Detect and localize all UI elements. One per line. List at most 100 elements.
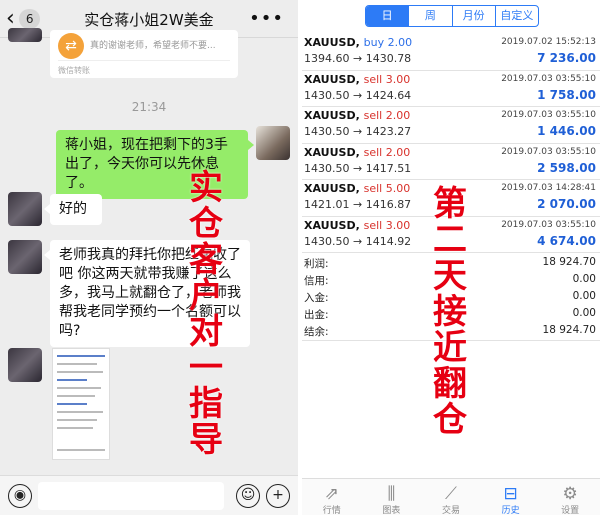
deal-prices: 1430.50 → 1414.92 [304, 234, 412, 248]
deal-prices: 1421.01 → 1416.87 [304, 198, 412, 211]
transfer-desc: 真的谢谢老师，希望老师不要... [90, 41, 216, 51]
plus-icon[interactable]: + [266, 484, 290, 508]
deal-date: 2019.07.03 03:55:10 [501, 73, 596, 84]
transfer-icon: ⇄ [58, 33, 84, 59]
tab-history[interactable]: ⊟ 历史 [481, 479, 541, 515]
deal-date: 2019.07.03 03:55:10 [501, 219, 596, 230]
summary-value: 18 924.70 [542, 256, 596, 268]
deal-side: sell 3.00 [363, 72, 411, 86]
tab-quotes[interactable]: ⇗ 行情 [302, 479, 362, 515]
deal-symbol: XAUUSD, sell 5.00 [304, 182, 410, 195]
deal-prices: 1430.50 → 1423.27 [304, 125, 412, 138]
summary-label: 入金: [304, 292, 329, 304]
voice-icon[interactable]: ◉ [8, 484, 32, 508]
deal-symbol: XAUUSD, buy 2.00 [304, 36, 412, 49]
settings-icon: ⚙ [562, 484, 578, 504]
transfer-source: 微信转账 [58, 66, 90, 75]
overlay-char: 实 [189, 168, 223, 208]
deal-side: sell 2.00 [363, 145, 411, 159]
symbol-name: XAUUSD, [304, 182, 360, 195]
chat-panel: ‹ 6 实仓蒋小姐2W美金 ••• ⇄ 真的谢谢老师，希望老师不要... 微信转… [0, 0, 298, 515]
deal-profit: 1 446.00 [537, 124, 596, 138]
card-divider [58, 60, 230, 61]
overlay-char: 翻 [433, 364, 467, 404]
tab-label: 图表 [382, 506, 401, 515]
deal-side: sell 3.00 [363, 218, 411, 232]
overlay-char: 导 [189, 420, 223, 460]
overlay-char: 对 [189, 312, 223, 352]
segment-week[interactable]: 周 [408, 6, 451, 26]
chart-icon: ⫼ [387, 484, 396, 504]
deal-profit: 2 598.00 [537, 160, 596, 175]
overlay-char: 仓 [189, 204, 223, 244]
symbol-name: XAUUSD, [304, 72, 360, 86]
tab-trade[interactable]: ⟋ 交易 [421, 479, 481, 515]
deal-profit: 7 236.00 [537, 51, 596, 65]
symbol-name: XAUUSD, [304, 109, 360, 122]
symbol-name: XAUUSD, [304, 36, 360, 49]
summary-value: 0.00 [572, 290, 596, 302]
avatar[interactable] [8, 28, 42, 42]
overlay-char: 客 [189, 240, 223, 280]
avatar[interactable] [8, 192, 42, 226]
tab-label: 历史 [501, 506, 520, 515]
deal-prices: 1430.50 → 1417.51 [304, 161, 412, 175]
tab-label: 交易 [441, 506, 460, 515]
tab-label: 设置 [561, 506, 580, 515]
transfer-card[interactable]: ⇄ 真的谢谢老师，希望老师不要... 微信转账 [50, 30, 238, 78]
overlay-char: 近 [433, 328, 467, 368]
quotes-icon: ⇗ [324, 484, 339, 504]
deal-prices: 1394.60 → 1430.78 [304, 52, 412, 65]
deal-side: buy 2.00 [363, 36, 413, 49]
history-icon: ⊟ [503, 484, 518, 504]
message-time: 21:34 [131, 100, 167, 114]
deal-date: 2019.07.02 15:52:13 [501, 37, 596, 47]
avatar[interactable] [8, 240, 42, 274]
avatar[interactable] [8, 348, 42, 382]
deal-date: 2019.07.03 03:55:10 [501, 110, 596, 120]
deal-side: sell 5.00 [363, 182, 411, 195]
tab-settings[interactable]: ⚙ 设置 [540, 479, 600, 515]
summary-value: 0.00 [572, 307, 596, 319]
tab-chart[interactable]: ⫼ 图表 [362, 479, 422, 515]
summary-label: 信用: [304, 275, 329, 287]
deal-symbol: XAUUSD, sell 2.00 [304, 146, 410, 159]
deal-row[interactable]: XAUUSD, sell 2.00 2019.07.03 03:55:10 1430… [302, 107, 600, 144]
segment-custom[interactable]: 自定义 [494, 6, 538, 26]
period-segmented-control: 日 周 月份 自定义 [365, 5, 539, 27]
symbol-name: XAUUSD, [304, 218, 360, 232]
overlay-char: 第 [433, 184, 467, 224]
more-icon[interactable]: ••• [249, 8, 284, 29]
deal-profit: 4 674.00 [537, 233, 596, 248]
deal-side: sell 2.00 [363, 109, 411, 122]
deal-row[interactable]: XAUUSD, buy 2.00 2019.07.02 15:52:13 1394.… [302, 34, 600, 71]
deal-symbol: XAUUSD, sell 3.00 [304, 73, 410, 86]
segment-month[interactable]: 月份 [451, 6, 495, 26]
overlay-char: 一 [189, 348, 223, 388]
summary-label: 结余: [304, 326, 329, 338]
trade-icon: ⟋ [445, 484, 457, 504]
deal-date: 2019.07.03 03:55:10 [501, 146, 596, 157]
message-bubble[interactable]: 好的 [44, 194, 102, 225]
overlay-char: 接 [433, 292, 467, 332]
deal-profit: 2 070.00 [537, 197, 596, 211]
deal-date: 2019.07.03 14:28:41 [501, 183, 596, 193]
segment-day[interactable]: 日 [366, 6, 409, 26]
emoji-icon[interactable]: ☺ [236, 484, 260, 508]
deal-symbol: XAUUSD, sell 3.00 [304, 219, 410, 232]
message-input[interactable] [38, 482, 224, 510]
trade-history-panel: 日 周 月份 自定义 XAUUSD, buy 2.00 2019.07.02 15… [302, 0, 600, 515]
deal-symbol: XAUUSD, sell 2.00 [304, 109, 410, 122]
tab-label: 行情 [322, 506, 341, 515]
deal-row[interactable]: XAUUSD, sell 3.00 2019.07.03 03:55:10 1430… [302, 71, 600, 107]
overlay-char: 户 [189, 276, 223, 316]
avatar[interactable] [256, 126, 290, 160]
summary-value: 0.00 [572, 273, 596, 285]
image-message[interactable] [52, 348, 110, 460]
overlay-char: 二 [433, 220, 467, 260]
summary-label: 利润: [304, 258, 329, 270]
summary-label: 出金: [304, 309, 329, 321]
overlay-char: 指 [189, 384, 223, 424]
deal-profit: 1 758.00 [537, 87, 596, 102]
deal-row[interactable]: XAUUSD, sell 2.00 2019.07.03 03:55:10 1430… [302, 144, 600, 180]
